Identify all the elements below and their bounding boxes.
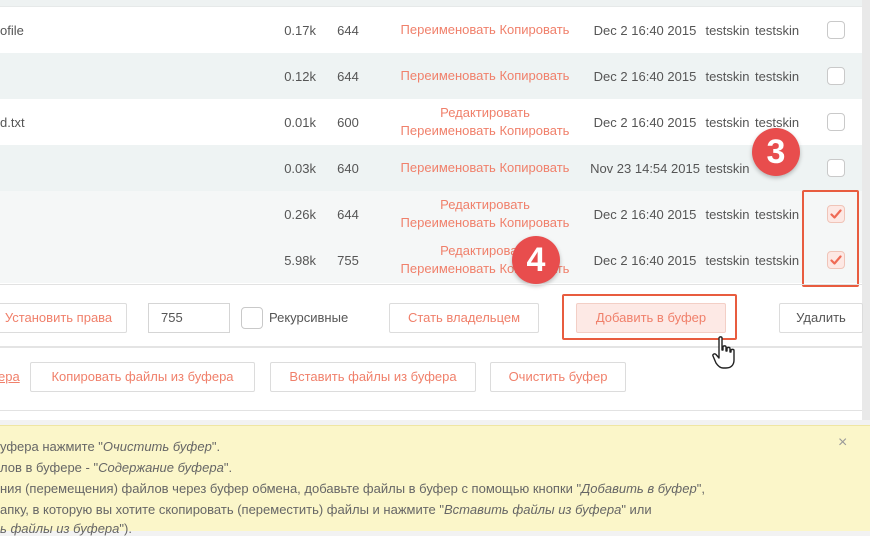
file-date: Dec 2 16:40 2015: [590, 53, 700, 99]
file-select: [810, 53, 862, 99]
file-mode: 644: [337, 22, 359, 38]
file-mode: 644: [316, 191, 380, 237]
notice-line-1: уфера нажмите "Очистить буфер".: [0, 439, 221, 454]
copy-from-clipboard-button[interactable]: Копировать файлы из буфера: [30, 362, 255, 392]
file-group: testskin: [755, 53, 810, 99]
file-date: Dec 2 16:40 2015: [593, 114, 697, 130]
permissions-input[interactable]: 755: [148, 303, 230, 333]
file-date: Dec 2 16:40 2015: [590, 237, 700, 283]
file-row[interactable]: 0.03k 640 Переименовать Копировать Nov 2…: [0, 145, 862, 191]
file-row[interactable]: 0.12k 644 Переименовать Копировать Dec 2…: [0, 53, 862, 99]
selected-checkboxes-highlight: [802, 190, 859, 287]
file-owner: testskin: [700, 145, 755, 191]
file-mode: 640: [316, 145, 380, 191]
close-icon[interactable]: ×: [838, 434, 847, 452]
file-select: [810, 99, 862, 145]
recursive-label: Рекурсивные: [269, 310, 349, 325]
toolbar-top-divider: [0, 284, 862, 285]
file-row[interactable]: 0.26k 644 Редактировать Переименовать Коп…: [0, 191, 862, 237]
file-action-link[interactable]: Редактировать: [380, 104, 590, 122]
file-row[interactable]: d.txt 0.01k 600 Редактировать Переименова…: [0, 99, 862, 145]
set-permissions-button[interactable]: Установить права: [0, 303, 127, 333]
help-notice: уфера нажмите "Очистить буфер". лов в бу…: [0, 425, 870, 536]
notice-line-4: апку, в которую вы хотите скопировать (п…: [0, 502, 652, 517]
delete-button[interactable]: Удалить: [779, 303, 863, 333]
file-size: 5.98k: [270, 237, 316, 283]
notice-line-3: ния (перемещения) файлов через буфер обм…: [0, 481, 705, 496]
file-actions: Редактировать Переименовать Копировать: [380, 191, 590, 237]
file-size: 0.26k: [270, 191, 316, 237]
file-action-link[interactable]: Переименовать Копировать: [380, 122, 590, 140]
file-action-link[interactable]: Переименовать Копировать: [380, 159, 590, 177]
file-owner: testskin: [705, 22, 750, 38]
file-date: Nov 23 14:54 2015: [590, 145, 700, 191]
file-action-link[interactable]: Переименовать Копировать: [380, 21, 590, 39]
notice-line-2: лов в буфере - "Содержание буфера".: [0, 460, 233, 475]
notice-line-5: ь файлы из буфера").: [0, 521, 132, 536]
file-action-link[interactable]: Переименовать Копировать: [380, 67, 590, 85]
file-name[interactable]: d.txt: [0, 99, 270, 145]
file-name[interactable]: [0, 191, 270, 237]
clear-clipboard-button[interactable]: Очистить буфер: [490, 362, 626, 392]
step-badge-3: 3: [752, 128, 800, 176]
add-to-clipboard-highlight: [562, 294, 737, 340]
file-owner: testskin: [705, 114, 750, 130]
file-size: 0.01k: [284, 114, 316, 130]
file-table: ofile 0.17k 644 Переименовать Копировать…: [0, 7, 862, 283]
file-actions: Переименовать Копировать: [380, 145, 590, 191]
file-name[interactable]: ofile: [0, 7, 270, 53]
file-select: [810, 7, 862, 53]
file-action-link[interactable]: Переименовать Копировать: [380, 214, 590, 232]
take-ownership-button[interactable]: Стать владельцем: [389, 303, 539, 333]
row-checkbox[interactable]: [827, 113, 845, 131]
row-checkbox[interactable]: [827, 159, 845, 177]
file-row[interactable]: ofile 0.17k 644 Переименовать Копировать…: [0, 7, 862, 53]
file-mode: 755: [316, 237, 380, 283]
file-name[interactable]: [0, 145, 270, 191]
file-owner: testskin: [700, 53, 755, 99]
file-date: Dec 2 16:40 2015: [593, 22, 697, 38]
file-actions: Переименовать Копировать: [380, 7, 590, 53]
file-name[interactable]: [0, 237, 270, 283]
hand-cursor-icon: [712, 336, 735, 369]
file-mode: 600: [337, 114, 359, 130]
file-row[interactable]: 5.98k 755 Редактировать Переименовать Коп…: [0, 237, 862, 283]
file-owner: testskin: [700, 191, 755, 237]
file-size: 0.12k: [270, 53, 316, 99]
clipboard-contents-link[interactable]: ера: [0, 369, 20, 384]
row-checkbox[interactable]: [827, 21, 845, 39]
panel-bottom-divider: [0, 410, 862, 411]
file-date: Dec 2 16:40 2015: [590, 191, 700, 237]
file-select: [810, 145, 862, 191]
file-actions: Редактировать Переименовать Копировать: [380, 99, 590, 145]
file-actions: Переименовать Копировать: [380, 53, 590, 99]
file-mode: 644: [316, 53, 380, 99]
step-badge-4: 4: [512, 236, 560, 284]
previous-row-edge: [0, 0, 862, 7]
file-size: 0.03k: [270, 145, 316, 191]
scrollbar-track[interactable]: [862, 0, 870, 420]
paste-from-clipboard-button[interactable]: Вставить файлы из буфера: [270, 362, 476, 392]
file-action-link[interactable]: Редактировать: [380, 196, 590, 214]
file-group: testskin: [755, 22, 800, 38]
file-name[interactable]: [0, 53, 270, 99]
file-size: 0.17k: [284, 22, 316, 38]
file-owner: testskin: [700, 237, 755, 283]
recursive-checkbox[interactable]: [241, 307, 263, 329]
row-checkbox[interactable]: [827, 67, 845, 85]
